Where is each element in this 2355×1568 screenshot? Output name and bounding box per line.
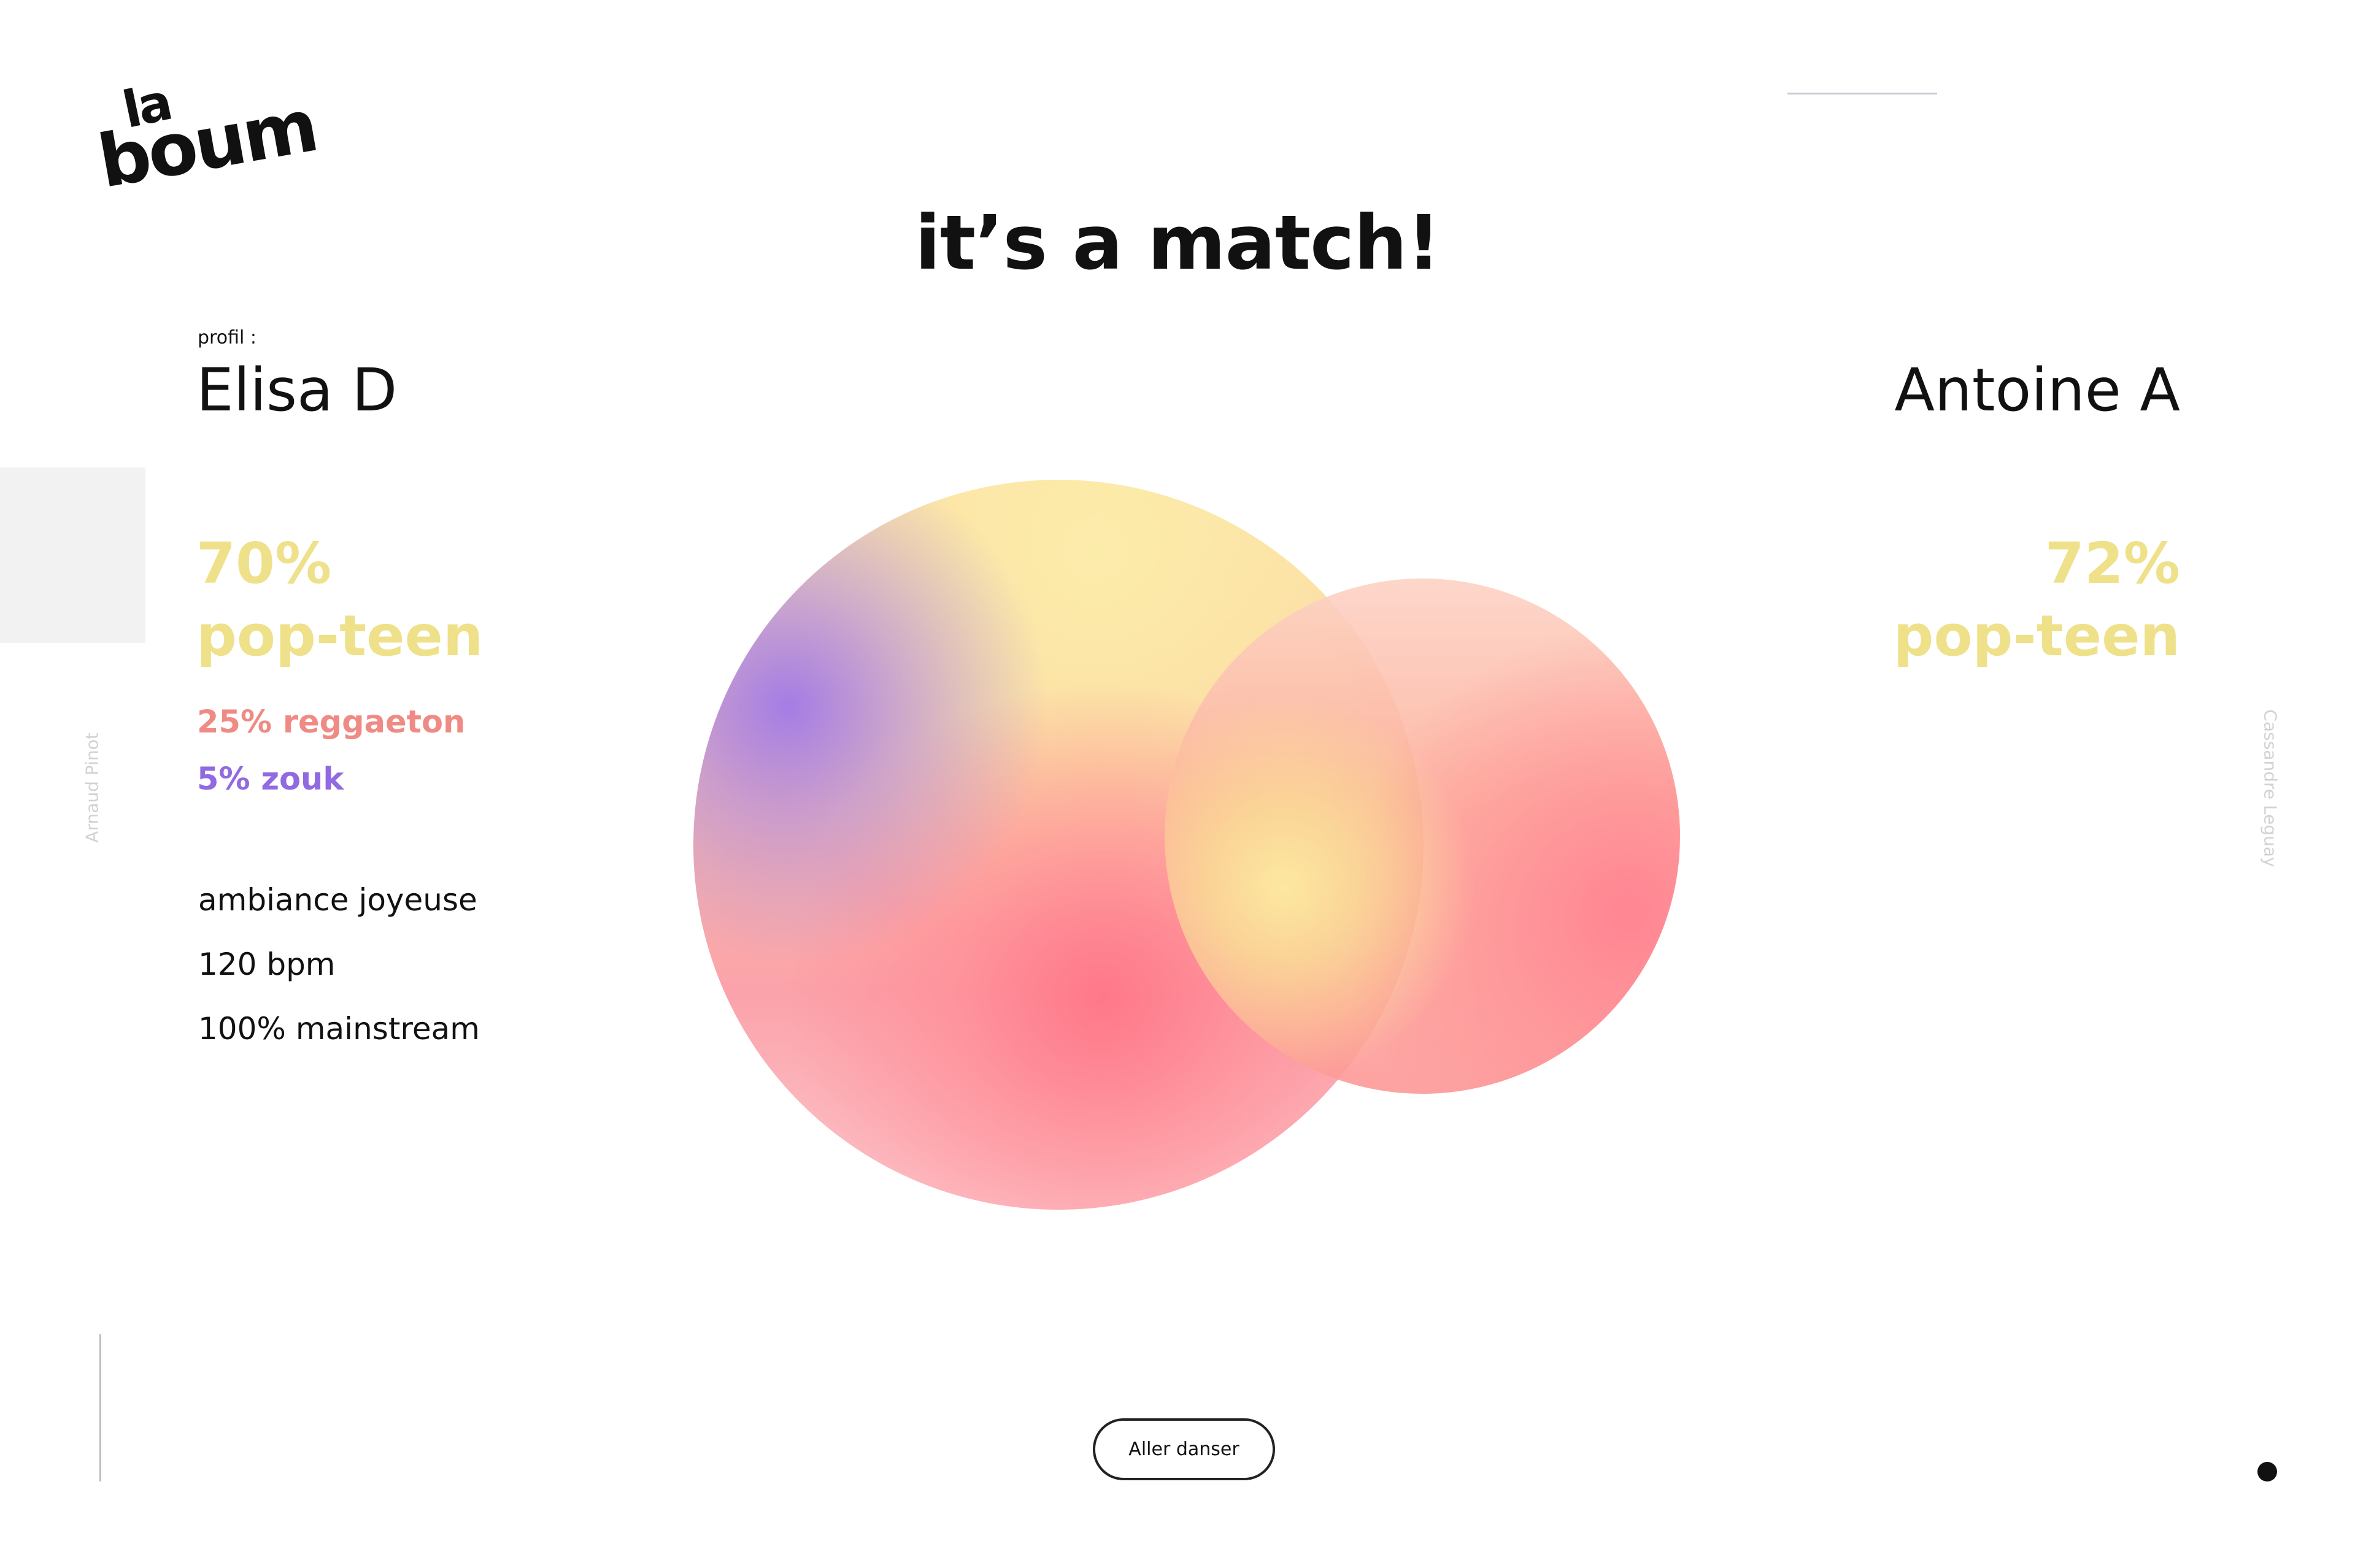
page-title: it’s a match! — [915, 199, 1441, 286]
left-genre-zouk: 5% zouk — [197, 761, 344, 797]
aller-danser-button[interactable]: Aller danser — [1093, 1418, 1275, 1480]
attribute-mainstream: 100% mainstream — [198, 1011, 480, 1047]
left-profile-name: Elisa D — [196, 356, 398, 425]
dot-indicator[interactable] — [2257, 1462, 2277, 1482]
side-label-left[interactable]: Arnaud Pinot — [82, 732, 102, 842]
right-main-percent: 72% — [2045, 531, 2180, 596]
side-panel-block — [0, 467, 145, 643]
scroll-indicator-line — [99, 1334, 101, 1482]
attribute-mood: ambiance joyeuse — [198, 882, 477, 918]
profile-label: profil : — [198, 327, 256, 348]
right-profile-circle — [1165, 578, 1680, 1094]
left-genre-reggaeton: 25% reggaeton — [197, 704, 466, 740]
left-main-genre-name: pop-teen — [196, 603, 484, 669]
right-main-genre: 72% pop-teen — [1894, 528, 2180, 672]
attribute-bpm: 120 bpm — [198, 947, 336, 982]
right-main-genre-name: pop-teen — [1893, 603, 2180, 669]
la-boum-logo[interactable]: la boum — [92, 73, 322, 212]
left-main-percent: 70% — [196, 531, 332, 596]
side-label-right[interactable]: Cassandre Leguay — [2261, 709, 2281, 867]
right-profile-name: Antoine A — [1894, 356, 2180, 425]
left-main-genre: 70% pop-teen — [196, 528, 483, 672]
top-divider — [1787, 93, 1937, 94]
